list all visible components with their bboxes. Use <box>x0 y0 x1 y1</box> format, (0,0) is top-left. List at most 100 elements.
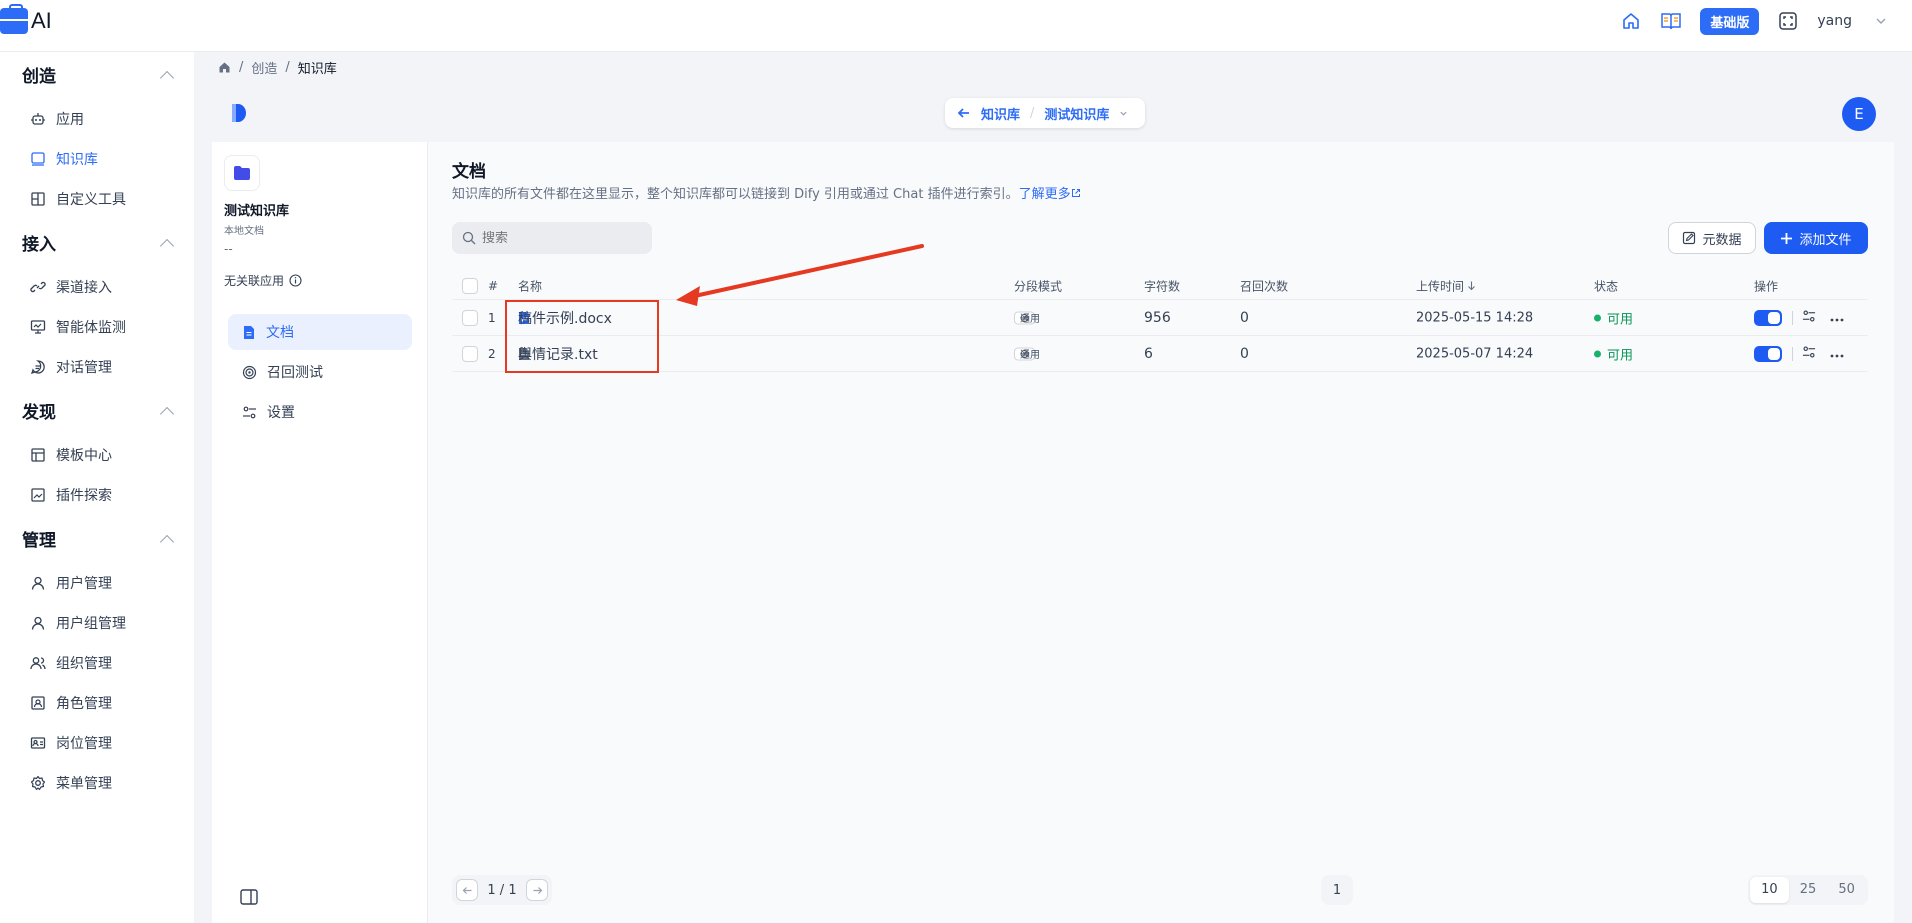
row-index: 2 <box>488 346 496 361</box>
sidebar: 创造 应用 知识库 自定义工具 接入 渠道接入 智能体监测 对话管理 发现 模板… <box>0 52 194 923</box>
add-file-button[interactable]: 添加文件 <box>1764 222 1868 254</box>
sidebar-item-organizations[interactable]: 组织管理 <box>30 649 180 677</box>
current-dataset-name[interactable]: 测试知识库 <box>1044 104 1109 123</box>
switcher-sep: / <box>1030 105 1035 121</box>
enable-toggle[interactable] <box>1754 345 1782 362</box>
back-to-knowledge-link[interactable]: 知识库 <box>981 104 1020 123</box>
home-icon[interactable] <box>218 61 231 74</box>
breadcrumb-item-knowledge: 知识库 <box>297 62 337 77</box>
sidebar-section-manage[interactable]: 管理 <box>22 526 175 551</box>
fullscreen-icon[interactable] <box>1777 10 1799 32</box>
chevron-up-icon <box>159 406 175 421</box>
kb-nav-label: 文档 <box>266 325 294 341</box>
users-icon <box>30 657 46 670</box>
layout-icon <box>31 448 45 462</box>
plan-badge[interactable]: 基础版 <box>1700 7 1760 35</box>
user-icon <box>31 576 45 590</box>
page-number-button[interactable]: 1 <box>1321 875 1353 905</box>
sidebar-item-roles[interactable]: 角色管理 <box>30 689 180 717</box>
prev-page-button[interactable] <box>456 879 478 901</box>
sidebar-item-positions[interactable]: 岗位管理 <box>30 729 180 757</box>
dataset-switcher[interactable]: 知识库 / 测试知识库 <box>945 98 1145 128</box>
sidebar-collapse-icon[interactable] <box>240 889 258 909</box>
page-title: 文档 <box>452 162 486 182</box>
row-upload-time: 2025-05-15 14:28 <box>1416 310 1534 325</box>
page-size-50[interactable]: 50 <box>1827 877 1866 903</box>
row-checkbox[interactable] <box>462 345 478 362</box>
settings-gear-icon <box>30 775 46 791</box>
arrow-left-icon <box>462 886 471 894</box>
row-checkbox[interactable] <box>462 309 478 326</box>
table-row[interactable]: 2 舆情记录.txt 通用 6 0 2025-05-07 14:24 可用 <box>452 336 1868 372</box>
book-icon[interactable] <box>1660 10 1682 32</box>
col-name: 名称 <box>518 279 543 293</box>
kb-nav-documents[interactable]: 文档 <box>228 314 412 350</box>
row-hits: 0 <box>1240 309 1249 326</box>
search-input[interactable] <box>482 230 642 246</box>
search-box[interactable] <box>452 222 652 254</box>
kb-sidebar: 测试知识库 本地文档 -- 无关联应用 文档 召回测试 设置 <box>212 142 428 923</box>
kb-type: 本地文档 <box>224 226 264 237</box>
panel-header: 知识库 / 测试知识库 E <box>212 86 1894 142</box>
action-divider <box>1792 346 1793 361</box>
more-icon[interactable] <box>1830 346 1844 362</box>
sidebar-item-label: 角色管理 <box>56 696 112 712</box>
id-card-icon <box>31 696 45 710</box>
page-indicator: 1 / 1 <box>487 882 517 898</box>
next-page-button[interactable] <box>526 879 548 901</box>
row-settings-icon[interactable] <box>1802 309 1816 327</box>
home-icon[interactable] <box>1620 10 1642 32</box>
col-upload-time[interactable]: 上传时间 <box>1416 277 1476 294</box>
sidebar-item-label: 知识库 <box>56 152 98 168</box>
kb-name: 测试知识库 <box>224 204 290 219</box>
sidebar-item-conversations[interactable]: 对话管理 <box>30 353 180 381</box>
sidebar-section-discover[interactable]: 发现 <box>22 398 175 423</box>
link-icon <box>30 281 46 293</box>
sidebar-item-label: 对话管理 <box>56 360 112 376</box>
mode-chip: 通用 <box>1014 311 1040 325</box>
learn-more-link[interactable]: 了解更多 <box>1019 187 1081 202</box>
brand[interactable]: AI <box>0 4 52 34</box>
select-all-checkbox[interactable] <box>462 277 478 294</box>
robot-icon <box>31 113 45 125</box>
sidebar-item-menus[interactable]: 菜单管理 <box>30 769 180 797</box>
sidebar-item-user-groups[interactable]: 用户组管理 <box>30 609 180 637</box>
sidebar-item-channels[interactable]: 渠道接入 <box>30 273 180 301</box>
row-settings-icon[interactable] <box>1802 345 1816 363</box>
sidebar-item-knowledge[interactable]: 知识库 <box>30 145 180 173</box>
user-name[interactable]: yang <box>1817 13 1852 29</box>
breadcrumb: / 创造 / 知识库 <box>218 58 337 77</box>
sidebar-section-access[interactable]: 接入 <box>22 230 175 255</box>
avatar[interactable]: E <box>1842 97 1876 131</box>
sidebar-item-agent-monitor[interactable]: 智能体监测 <box>30 313 180 341</box>
sidebar-item-label: 菜单管理 <box>56 776 112 792</box>
badge-icon <box>30 737 46 749</box>
sidebar-item-plugins[interactable]: 插件探索 <box>30 481 180 509</box>
user-icon <box>31 616 45 630</box>
sidebar-item-apps[interactable]: 应用 <box>30 105 180 133</box>
image-plugin-icon <box>31 488 45 502</box>
sidebar-item-users[interactable]: 用户管理 <box>30 569 180 597</box>
breadcrumb-item-create[interactable]: 创造 <box>251 58 277 77</box>
sidebar-section-create[interactable]: 创造 <box>22 62 175 87</box>
dify-logo-icon <box>232 104 246 122</box>
arrow-right-icon <box>533 886 542 894</box>
table-row[interactable]: 1 稿件示例.docx 通用 956 0 2025-05-15 14:28 可用 <box>452 300 1868 336</box>
metadata-button[interactable]: 元数据 <box>1668 222 1756 254</box>
sidebar-item-templates[interactable]: 模板中心 <box>30 441 180 469</box>
external-link-icon <box>1071 189 1080 197</box>
kb-nav-settings[interactable]: 设置 <box>228 394 412 430</box>
more-icon[interactable] <box>1830 310 1844 326</box>
sidebar-item-label: 用户组管理 <box>56 616 126 632</box>
breadcrumb-sep: / <box>239 60 244 75</box>
chevron-down-icon[interactable] <box>1870 10 1892 32</box>
sidebar-item-label: 岗位管理 <box>56 736 112 752</box>
page-size-10[interactable]: 10 <box>1750 877 1789 903</box>
info-icon[interactable] <box>289 274 302 287</box>
top-right-actions: 基础版 yang <box>1620 7 1892 35</box>
kb-nav-retrieval-test[interactable]: 召回测试 <box>228 354 412 390</box>
sidebar-item-custom-tools[interactable]: 自定义工具 <box>30 185 180 213</box>
main-panel: 知识库 / 测试知识库 E 测试知识库 本地文档 -- 无关联应用 文档 召回测… <box>212 86 1894 923</box>
page-size-25[interactable]: 25 <box>1789 877 1828 903</box>
enable-toggle[interactable] <box>1754 309 1782 326</box>
